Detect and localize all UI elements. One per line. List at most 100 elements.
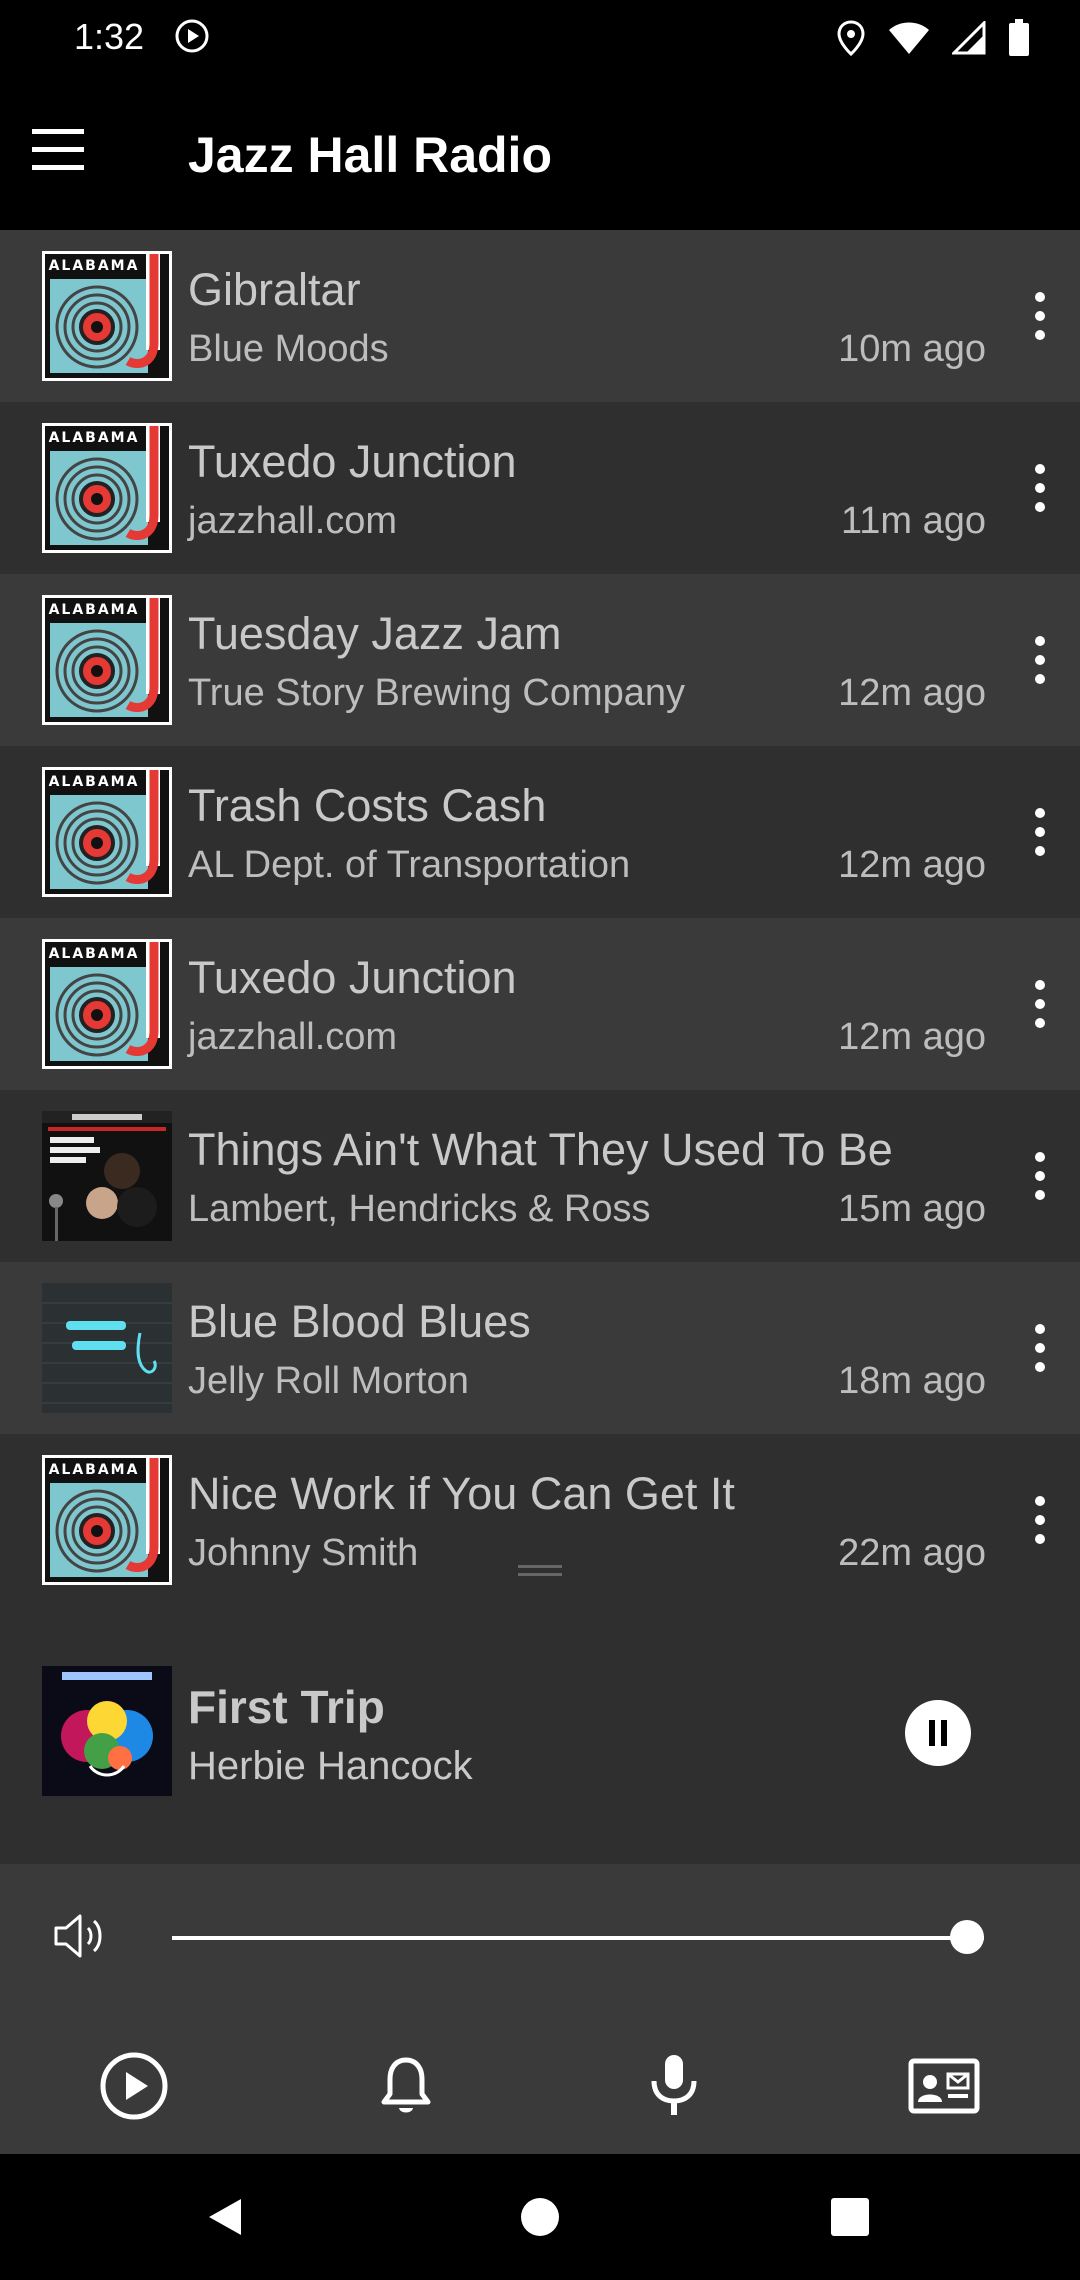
album-art: ALABAMA [42,767,172,897]
volume-slider-track[interactable] [172,1936,984,1940]
track-title: Tuxedo Junction [188,436,517,487]
logo-text: ALABAMA [49,774,140,790]
more-vert-icon [1035,1496,1045,1506]
more-vert-icon [1035,464,1045,474]
app-title: Jazz Hall Radio [188,127,552,183]
album-art: ALABAMA [42,423,172,553]
logo-text: ALABAMA [49,258,140,274]
status-icons [836,16,1030,60]
track-time: 12m ago [838,1016,986,1058]
logo-text: ALABAMA [49,430,140,446]
volume-bar [0,1864,1080,2010]
more-options-button[interactable] [1014,964,1066,1044]
recent-tracks-list: ALABAMA Gibraltar Blue Moods 10m ago ALA… [0,230,1080,1606]
track-title: Gibraltar [188,264,361,315]
back-button[interactable] [190,2182,260,2252]
nav-alerts-button[interactable] [366,2046,446,2126]
signal-icon [952,21,986,55]
track-time: 15m ago [838,1188,986,1230]
track-time: 22m ago [838,1532,986,1574]
track-title: Blue Blood Blues [188,1296,531,1347]
nav-play-button[interactable] [94,2046,174,2126]
lambert-hendricks-ross-cover [42,1111,172,1241]
track-time: 18m ago [838,1360,986,1402]
bottom-nav [0,2010,1080,2154]
microphone-icon [651,2055,697,2115]
more-vert-icon [1035,636,1045,646]
more-options-button[interactable] [1014,448,1066,528]
track-row[interactable]: ALABAMA Nice Work if You Can Get It John… [0,1434,1080,1606]
system-nav-bar [0,2154,1080,2280]
recents-square-icon [831,2198,869,2236]
volume-slider-knob[interactable] [950,1920,984,1954]
track-row[interactable]: ALABAMA Tuxedo Junction jazzhall.com 11m… [0,402,1080,574]
album-art: ALABAMA [42,939,172,1069]
back-triangle-icon [209,2199,241,2235]
drag-handle-icon[interactable] [518,1563,562,1579]
hamburger-menu-icon [32,129,84,170]
track-artist: Johnny Smith [188,1532,419,1574]
play-circle-icon [100,2052,168,2120]
more-vert-icon [1035,808,1045,818]
home-button[interactable] [505,2182,575,2252]
track-title: Tuesday Jazz Jam [188,608,562,659]
more-vert-icon [1035,1324,1045,1334]
nav-voice-button[interactable] [634,2046,714,2126]
jelly-roll-morton-cover [42,1283,172,1413]
track-row[interactable]: ALABAMA Tuxedo Junction jazzhall.com 12m… [0,918,1080,1090]
menu-button[interactable] [26,112,90,188]
track-row[interactable]: ALABAMA Trash Costs Cash AL Dept. of Tra… [0,746,1080,918]
home-circle-icon [521,2198,559,2236]
more-options-button[interactable] [1014,1308,1066,1388]
album-art: ALABAMA [42,251,172,381]
track-title: Nice Work if You Can Get It [188,1468,735,1519]
track-artist: Blue Moods [188,328,389,370]
track-title: Trash Costs Cash [188,780,547,831]
track-artist: jazzhall.com [188,500,398,542]
track-row[interactable]: Blue Blood Blues Jelly Roll Morton 18m a… [0,1262,1080,1434]
alabama-jazz-logo: ALABAMA [42,251,172,381]
logo-text: ALABAMA [49,946,140,962]
track-artist: True Story Brewing Company [188,672,686,714]
album-art [42,1283,172,1413]
pause-button[interactable] [905,1700,971,1766]
album-art: ALABAMA [42,595,172,725]
more-options-button[interactable] [1014,1136,1066,1216]
recents-button[interactable] [815,2182,885,2252]
logo-text: ALABAMA [49,602,140,618]
alabama-jazz-logo: ALABAMA [42,1455,172,1585]
more-options-button[interactable] [1014,792,1066,872]
now-playing-album-art [42,1666,172,1796]
track-row[interactable]: ALABAMA Tuesday Jazz Jam True Story Brew… [0,574,1080,746]
status-bar: 1:32 [0,0,1080,76]
nav-contact-button[interactable] [904,2046,984,2126]
app-bar: Jazz Hall Radio [0,76,1080,230]
more-options-button[interactable] [1014,1480,1066,1560]
status-time: 1:32 [74,16,145,57]
pause-icon [929,1720,947,1746]
track-time: 11m ago [840,500,986,542]
volume-icon[interactable] [50,1906,110,1966]
track-artist: AL Dept. of Transportation [188,844,631,886]
album-art [42,1111,172,1241]
more-options-button[interactable] [1014,620,1066,700]
herbie-hancock-cover [42,1666,172,1796]
album-art: ALABAMA [42,1455,172,1585]
alabama-jazz-logo: ALABAMA [42,939,172,1069]
more-vert-icon [1035,292,1045,302]
track-artist: jazzhall.com [188,1016,398,1058]
track-time: 10m ago [838,328,986,370]
track-time: 12m ago [838,672,986,714]
track-row[interactable]: Things Ain't What They Used To Be Lamber… [0,1090,1080,1262]
track-time: 12m ago [838,844,986,886]
contact-card-icon [908,2058,980,2114]
alabama-jazz-logo: ALABAMA [42,423,172,553]
logo-text: ALABAMA [49,1462,140,1478]
track-artist: Jelly Roll Morton [188,1360,469,1402]
media-playing-icon [175,19,209,53]
location-icon [837,20,865,56]
more-options-button[interactable] [1014,276,1066,356]
track-row[interactable]: ALABAMA Gibraltar Blue Moods 10m ago [0,230,1080,402]
wifi-icon [889,22,929,54]
track-title: Tuxedo Junction [188,952,517,1003]
